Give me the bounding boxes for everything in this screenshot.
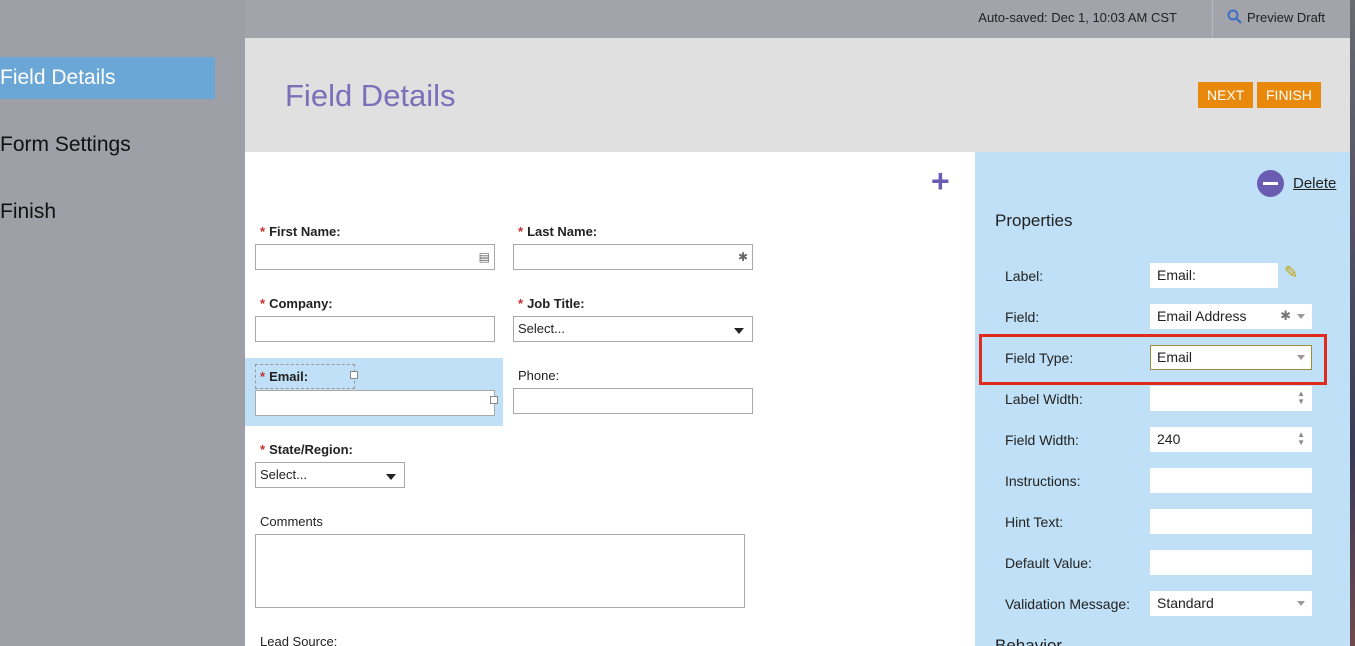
job-title-value: Select...: [518, 321, 565, 336]
email-label-text: Email:: [269, 369, 309, 384]
dropdown-arrow-icon: [1297, 355, 1305, 360]
instructions-input[interactable]: [1150, 468, 1312, 493]
first-name-label-text: First Name:: [269, 224, 341, 239]
required-marker: *: [518, 224, 524, 239]
phone-field[interactable]: [513, 388, 753, 414]
field-width-stepper[interactable]: 240 ▲ ▼: [1150, 427, 1312, 452]
label-input[interactable]: Email:: [1150, 263, 1278, 288]
company-label: * Company:: [260, 296, 333, 311]
preview-draft-button[interactable]: Preview Draft: [1227, 9, 1325, 25]
form-canvas: + * First Name: ▤ * Last Name: ✱ * Company:…: [245, 152, 975, 646]
lead-source-label: Lead Source:: [260, 634, 338, 646]
delete-button[interactable]: Delete: [1257, 170, 1336, 197]
first-name-label: * First Name:: [260, 224, 341, 239]
hint-text-input[interactable]: [1150, 509, 1312, 534]
dropdown-arrow-icon: [1297, 314, 1305, 319]
pencil-icon[interactable]: ✎: [1284, 263, 1298, 283]
first-name-field[interactable]: ▤: [255, 244, 495, 270]
add-field-icon[interactable]: +: [931, 165, 950, 197]
field-width-label: Field Width:: [1005, 432, 1079, 448]
stepper-icon[interactable]: ▲ ▼: [1297, 390, 1305, 406]
last-name-label: * Last Name:: [518, 224, 597, 239]
field-type-label: Field Type:: [1005, 350, 1074, 366]
sidebar-item-form-settings[interactable]: Form Settings: [0, 124, 131, 166]
label-width-stepper[interactable]: ▲ ▼: [1150, 386, 1312, 411]
last-name-field[interactable]: ✱: [513, 244, 753, 270]
finish-button[interactable]: FINISH: [1257, 82, 1321, 108]
default-value-label: Default Value:: [1005, 555, 1092, 571]
properties-panel: Delete Properties Label: Email: ✎ Field:…: [975, 152, 1350, 646]
sidebar: Field Details Form Settings Finish: [0, 0, 245, 646]
job-title-label: * Job Title:: [518, 296, 585, 311]
field-type-value: Email: [1157, 349, 1193, 365]
dropdown-arrow-icon: [1297, 601, 1305, 606]
field-type-select[interactable]: Email: [1150, 345, 1312, 370]
required-marker: *: [518, 296, 524, 311]
label-input-value: Email:: [1157, 267, 1196, 283]
divider: [1212, 0, 1213, 38]
sidebar-item-finish[interactable]: Finish: [0, 191, 56, 233]
company-label-text: Company:: [269, 296, 333, 311]
dropdown-arrow-icon: [734, 328, 744, 334]
field-settings-icon: ✱: [1280, 308, 1291, 323]
behavior-title: Behavior: [995, 636, 1063, 646]
sidebar-item-field-details[interactable]: Field Details: [0, 57, 215, 99]
field-label: Field:: [1005, 309, 1040, 325]
preview-draft-label: Preview Draft: [1247, 9, 1326, 25]
stepper-icon[interactable]: ▲ ▼: [1297, 431, 1305, 447]
instructions-label: Instructions:: [1005, 473, 1081, 489]
resize-handle[interactable]: [350, 371, 358, 379]
remove-circle-icon: [1257, 170, 1284, 197]
job-title-select[interactable]: Select...: [513, 316, 753, 342]
properties-title: Properties: [995, 211, 1073, 230]
phone-label: Phone:: [518, 368, 560, 383]
state-label: * State/Region:: [260, 442, 353, 457]
magnifier-icon: [1227, 9, 1242, 24]
required-marker: *: [260, 442, 266, 457]
validation-message-label: Validation Message:: [1005, 596, 1131, 612]
required-marker: *: [260, 296, 266, 311]
state-select[interactable]: Select...: [255, 462, 405, 488]
page-title: Field Details: [285, 78, 456, 113]
company-field[interactable]: [255, 316, 495, 342]
label-width-label: Label Width:: [1005, 391, 1083, 407]
field-select[interactable]: Email Address ✱: [1150, 304, 1312, 329]
page-header: Field Details NEXT FINISH: [245, 38, 1350, 152]
label-label: Label:: [1005, 268, 1044, 284]
field-select-value: Email Address: [1157, 308, 1247, 324]
last-name-label-text: Last Name:: [527, 224, 598, 239]
field-width-value: 240: [1157, 431, 1181, 447]
required-marker: *: [260, 369, 266, 384]
email-field[interactable]: [255, 390, 495, 416]
contact-card-icon: ▤: [478, 250, 490, 264]
dropdown-arrow-icon: [386, 474, 396, 480]
job-title-label-text: Job Title:: [527, 296, 585, 311]
state-label-text: State/Region:: [269, 442, 353, 457]
top-bar: Auto-saved: Dec 1, 10:03 AM CST Preview …: [245, 0, 1355, 38]
comments-label: Comments: [260, 514, 323, 529]
required-marker: *: [260, 224, 266, 239]
autosave-status: Auto-saved: Dec 1, 10:03 AM CST: [978, 10, 1177, 25]
window-edge: [1350, 0, 1355, 646]
email-label: * Email:: [260, 369, 308, 384]
state-value: Select...: [260, 467, 307, 482]
validation-message-value: Standard: [1157, 595, 1214, 611]
delete-link[interactable]: Delete: [1293, 175, 1336, 192]
hint-text-label: Hint Text:: [1005, 514, 1064, 530]
next-button[interactable]: NEXT: [1198, 82, 1254, 108]
comments-textarea[interactable]: [255, 534, 745, 608]
field-settings-icon: ✱: [737, 250, 748, 264]
default-value-input[interactable]: [1150, 550, 1312, 575]
resize-handle[interactable]: [490, 396, 498, 404]
validation-message-select[interactable]: Standard: [1150, 591, 1312, 616]
